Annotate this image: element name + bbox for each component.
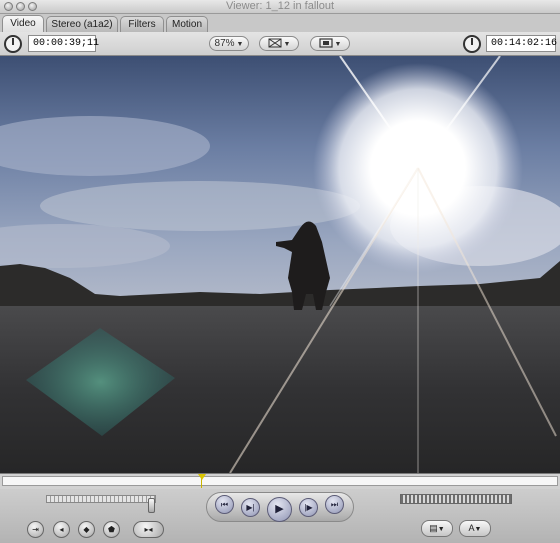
shuttle-slider[interactable] [46,495,156,513]
viewer-toolbar: 00:00:39;11 87% ▼ ▼ ▼ 00:14:02:16 [0,32,560,56]
image-frame-icon [318,38,333,48]
chevron-down-icon: ▼ [474,526,482,533]
window-title: Viewer: 1_12 in fallout [225,0,335,12]
mark-in-out-icon: ▸◂ [144,525,153,534]
generators-dropdown[interactable]: A▼ [459,520,491,537]
play-in-out-icon: ▶| [246,503,255,512]
zoom-level-label: 87% [214,38,235,49]
tab-motion[interactable]: Motion [166,16,208,32]
video-canvas[interactable] [0,56,560,473]
chevron-down-icon: ▼ [283,41,291,48]
play-button[interactable]: ▶ [267,497,292,522]
play-in-to-out-button[interactable]: ▶| [241,498,260,517]
previous-edit-button[interactable]: ⏮ [215,495,234,514]
previous-edit-icon: ⏮ [220,500,229,509]
window-title-bar[interactable]: Viewer: 1_12 in fallout [0,0,560,14]
playhead-handle[interactable] [198,474,207,480]
video-frame-image [0,56,560,473]
match-frame-button[interactable]: ⇥ [27,521,44,538]
scrubber-track[interactable] [2,476,558,486]
film-strip-icon: ▤ [429,523,438,533]
tab-stereo[interactable]: Stereo (a1a2) [46,16,118,32]
next-edit-icon: ⏭ [330,500,339,509]
chevron-down-icon: ▼ [437,526,445,533]
next-edit-button[interactable]: ⏭ [325,495,344,514]
duration-timecode-field[interactable]: 00:00:39;11 [28,35,99,52]
duration-timer-icon [4,35,22,53]
match-frame-icon: ⇥ [32,525,39,534]
display-mode-popup[interactable]: ▼ [310,36,350,51]
current-time-icon [463,35,481,53]
overlay-view-icon [268,38,282,48]
recent-clips-dropdown[interactable]: ▤▼ [421,520,453,537]
view-options-popup[interactable]: ▼ [259,36,299,51]
play-icon: ▶ [275,503,284,515]
scrubber-bar[interactable] [0,473,560,489]
current-timecode-field[interactable]: 00:14:02:16 [486,35,557,52]
mark-in-button[interactable]: ◂ [53,521,70,538]
jog-wheel[interactable] [400,494,512,504]
mark-in-out-button[interactable]: ▸◂ [133,521,164,538]
zoom-popup[interactable]: 87% ▼ [209,36,249,51]
add-marker-button[interactable]: ◆ [78,521,95,538]
mark-clip-button[interactable]: ⬟ [103,521,120,538]
transport-controls: ⏮ ▶| ▶ |▶ ⏭ ⇥ ◂ ◆ ⬟ ▸◂ ▤▼ A▼ [0,489,560,543]
chevron-down-icon: ▼ [236,41,244,48]
tab-video[interactable]: Video [2,15,44,33]
mark-clip-icon: ⬟ [108,525,115,534]
mark-in-icon: ◂ [59,525,64,534]
playback-button-tray: ⏮ ▶| ▶ |▶ ⏭ [206,492,354,522]
shuttle-knob[interactable] [148,498,155,513]
chevron-down-icon: ▼ [334,41,342,48]
add-marker-icon: ◆ [83,525,90,534]
play-around-icon: |▶ [304,503,313,512]
tab-filters[interactable]: Filters [120,16,164,32]
tab-bar: Video Stereo (a1a2) Filters Motion [0,14,560,33]
play-around-current-button[interactable]: |▶ [299,498,318,517]
